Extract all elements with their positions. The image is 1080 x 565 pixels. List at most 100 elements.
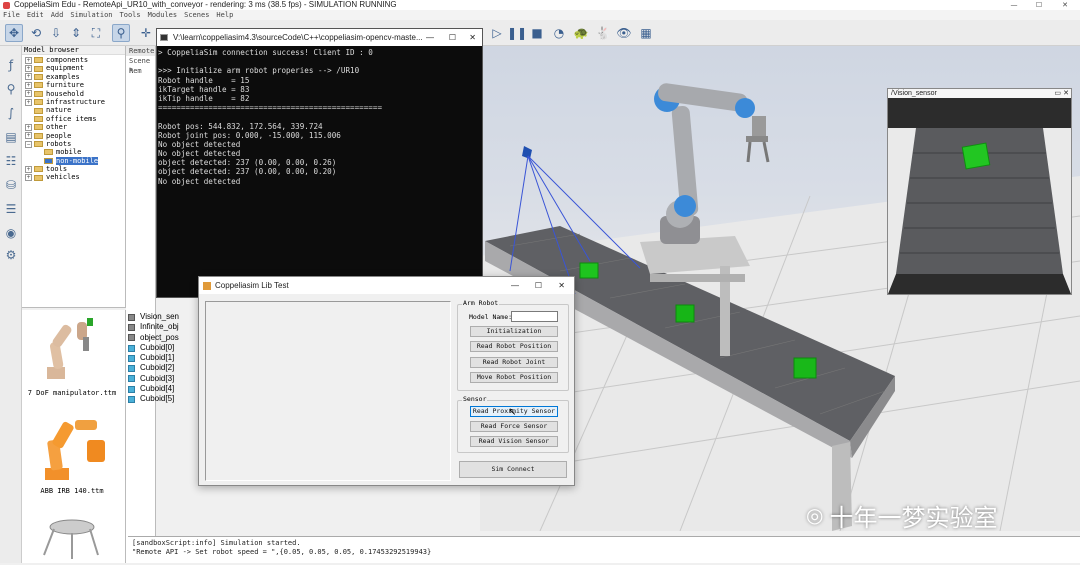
scene-hierarchy-toggle-icon[interactable]: ⚙: [2, 246, 20, 264]
fit-view-icon[interactable]: ⛶: [87, 24, 105, 42]
play-icon[interactable]: ▷: [488, 24, 506, 42]
zoom-icon[interactable]: ⇕: [67, 24, 85, 42]
menu-add[interactable]: Add: [51, 10, 64, 20]
menu-help[interactable]: Help: [216, 10, 233, 20]
slow-icon[interactable]: 🐢: [572, 24, 590, 42]
scene-root[interactable]: Rem: [126, 66, 155, 76]
sim-settings-icon[interactable]: ƒ: [2, 56, 20, 74]
scene-object-item[interactable]: Cuboid[5]: [128, 394, 200, 404]
model-tree-item[interactable]: + examples: [25, 73, 125, 81]
dialog-close-icon[interactable]: ✕: [558, 277, 565, 294]
model-tree-item[interactable]: + household: [25, 90, 125, 98]
watermark-text: 十年一梦实验室: [829, 503, 998, 532]
console-max-icon[interactable]: ☐: [449, 29, 456, 46]
dialog-min-icon[interactable]: —: [511, 277, 519, 294]
tree-expander-icon[interactable]: +: [25, 174, 32, 182]
scripts-icon[interactable]: ☷: [2, 152, 20, 170]
tree-expander-icon[interactable]: +: [25, 123, 32, 131]
collections-icon[interactable]: ▤: [2, 128, 20, 146]
sim-connect-button[interactable]: Sim Connect: [459, 461, 567, 478]
scene-object-item[interactable]: Cuboid[3]: [128, 374, 200, 384]
tree-expander-icon[interactable]: +: [25, 98, 32, 106]
thumb-delta[interactable]: [32, 515, 112, 563]
menu-scenes[interactable]: Scenes: [184, 10, 209, 20]
model-tree-item[interactable]: mobile: [25, 148, 125, 156]
select-icon[interactable]: ⚲: [112, 24, 130, 42]
folder-icon: [34, 57, 43, 64]
maximize-button[interactable]: ☐: [1030, 0, 1048, 10]
scene-object-item[interactable]: Infinite_obj: [128, 322, 200, 332]
calculation-modules-icon[interactable]: ∫: [2, 104, 20, 122]
visualization-icon[interactable]: 👁: [615, 24, 633, 42]
fast-icon[interactable]: 🐇: [594, 24, 612, 42]
menu-simulation[interactable]: Simulation: [70, 10, 112, 20]
stop-icon[interactable]: ■: [528, 24, 546, 42]
close-button[interactable]: ✕: [1056, 0, 1074, 10]
scene-object-item[interactable]: Vision_sen: [128, 312, 200, 322]
vision-sensor-window[interactable]: /Vision_sensor ▭ ✕: [887, 88, 1072, 295]
rotate-icon[interactable]: ⟲: [27, 24, 45, 42]
page-selector-icon[interactable]: ▦: [637, 24, 655, 42]
scene-object-item[interactable]: Cuboid[2]: [128, 363, 200, 373]
thumb-label: 7 DoF manipulator.ttm: [27, 389, 117, 397]
thumb-7dof[interactable]: 7 DoF manipulator.ttm: [27, 312, 117, 397]
object-shift-icon[interactable]: ✛: [137, 24, 155, 42]
tree-expander-icon[interactable]: +: [25, 73, 32, 81]
pan-icon[interactable]: ✥: [5, 24, 23, 42]
model-tree-item[interactable]: − robots: [25, 140, 125, 148]
path-edit-icon[interactable]: ☰: [2, 200, 20, 218]
tree-expander-icon[interactable]: +: [25, 132, 32, 140]
console-output: > CoppeliaSim connection success! Client…: [157, 46, 482, 186]
pause-icon[interactable]: ❚❚: [507, 24, 527, 42]
lib-test-dialog[interactable]: Coppeliasim Lib Test — ☐ ✕ Arm Robot Mod…: [198, 276, 575, 486]
model-tree-item[interactable]: + tools: [25, 165, 125, 173]
thumb-abb[interactable]: ABB IRB 140.ttm: [27, 410, 117, 495]
vision-sensor-title: /Vision_sensor ▭ ✕: [888, 89, 1071, 98]
tree-expander-icon[interactable]: −: [25, 140, 32, 148]
model-tree-item[interactable]: + other: [25, 123, 125, 131]
tree-expander-icon[interactable]: +: [25, 56, 32, 64]
shift-icon[interactable]: ⇩: [47, 24, 65, 42]
vision-min-icon[interactable]: ▭: [1054, 89, 1061, 98]
tree-expander-icon[interactable]: +: [25, 65, 32, 73]
initialization-button[interactable]: Initialization: [470, 326, 558, 337]
minimize-button[interactable]: —: [1005, 0, 1023, 10]
model-tree-item[interactable]: + equipment: [25, 64, 125, 72]
tree-expander-icon[interactable]: +: [25, 90, 32, 98]
dialog-max-icon[interactable]: ☐: [535, 277, 542, 294]
menu-edit[interactable]: Edit: [27, 10, 44, 20]
tree-expander-icon[interactable]: +: [25, 165, 32, 173]
read-robot-joint-button[interactable]: Read Robot Joint: [470, 357, 558, 368]
vision-close-icon[interactable]: ✕: [1063, 89, 1069, 98]
shape-edit-icon[interactable]: ⛁: [2, 176, 20, 194]
read-robot-position-button[interactable]: Read Robot Position: [470, 341, 558, 352]
model-name-input[interactable]: [511, 311, 558, 322]
move-robot-position-button[interactable]: Move Robot Position: [470, 372, 558, 383]
console-min-icon[interactable]: —: [426, 29, 434, 46]
model-tree-item[interactable]: office items: [25, 115, 125, 123]
console-line: >>> Initialize arm robot properies --> /…: [158, 66, 360, 76]
model-tree-item[interactable]: + components: [25, 56, 125, 64]
model-browser-toggle-icon[interactable]: ◉: [2, 224, 20, 242]
model-tree-item[interactable]: nature: [25, 106, 125, 114]
menu-file[interactable]: File: [3, 10, 20, 20]
console-close-icon[interactable]: ✕: [469, 29, 476, 46]
menu-tools[interactable]: Tools: [120, 10, 141, 20]
scene-tab[interactable]: Remote: [126, 46, 155, 56]
model-tree-item[interactable]: + infrastructure: [25, 98, 125, 106]
scene-object-item[interactable]: Cuboid[1]: [128, 353, 200, 363]
model-tree-item[interactable]: non-mobile: [25, 156, 125, 166]
console-window[interactable]: V:\learn\coppeliasim4.3\sourceCode\C++\c…: [156, 28, 483, 298]
scene-object-properties-icon[interactable]: ⚲: [2, 80, 20, 98]
scene-object-item[interactable]: Cuboid[0]: [128, 343, 200, 353]
read-vision-sensor-button[interactable]: Read Vision Sensor: [470, 436, 558, 447]
scene-object-item[interactable]: object_pos: [128, 333, 200, 343]
scene-object-item[interactable]: Cuboid[4]: [128, 384, 200, 394]
tree-expander-icon[interactable]: +: [25, 81, 32, 89]
model-tree-item[interactable]: + people: [25, 132, 125, 140]
menu-modules[interactable]: Modules: [148, 10, 178, 20]
model-tree-item[interactable]: + vehicles: [25, 173, 125, 181]
read-force-sensor-button[interactable]: Read Force Sensor: [470, 421, 558, 432]
model-tree-item[interactable]: + furniture: [25, 81, 125, 89]
realtime-icon[interactable]: ◔: [550, 24, 568, 42]
